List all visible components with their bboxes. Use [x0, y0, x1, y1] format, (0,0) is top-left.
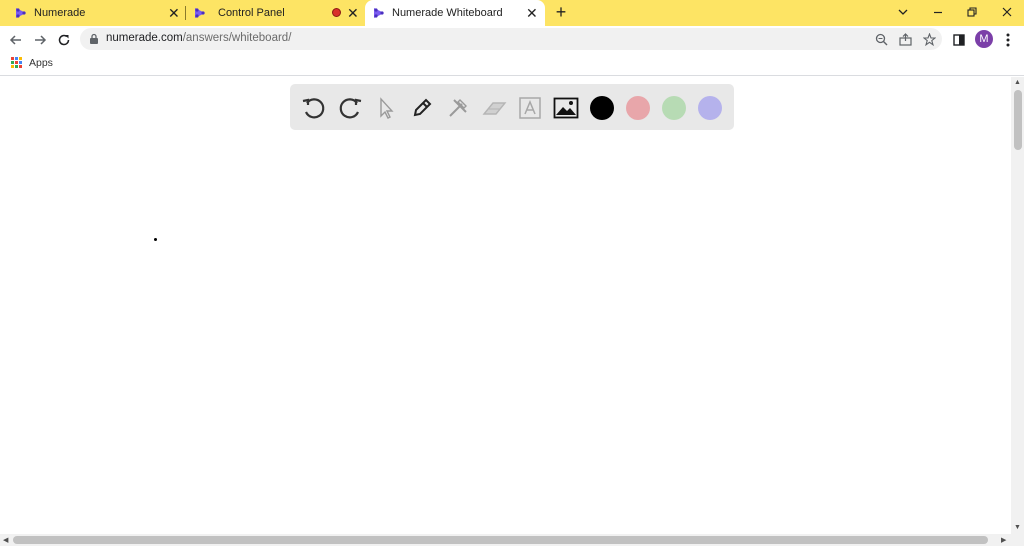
pointer-icon[interactable] [372, 94, 400, 122]
tab-title: Numerade Whiteboard [392, 7, 503, 19]
scroll-left-icon[interactable]: ◀ [3, 536, 8, 544]
zoom-icon[interactable] [873, 31, 889, 47]
apps-grid-icon[interactable] [11, 57, 22, 68]
bookmark-apps[interactable]: Apps [29, 57, 53, 69]
close-tab-icon[interactable]: ✕ [168, 6, 180, 20]
color-swatch-green[interactable] [662, 96, 686, 120]
close-tab-icon[interactable]: ✕ [526, 6, 538, 20]
side-panel-icon[interactable] [949, 30, 969, 50]
tab-title: Numerade [34, 7, 86, 19]
redo-icon[interactable] [336, 94, 364, 122]
browser-toolbar: numerade.com/answers/whiteboard/ M [0, 26, 1024, 53]
menu-icon[interactable] [998, 30, 1018, 50]
recording-indicator-icon [332, 8, 341, 17]
tools-icon[interactable] [444, 94, 472, 122]
text-icon[interactable] [516, 94, 544, 122]
tab-title: Control Panel [218, 7, 285, 19]
numerade-logo-icon [372, 6, 386, 20]
horizontal-scroll-thumb[interactable] [13, 536, 988, 544]
avatar[interactable]: M [975, 30, 993, 48]
numerade-logo-icon [14, 6, 28, 20]
whiteboard-toolbar [290, 84, 734, 130]
tab-strip: Numerade ✕ Control Panel ✕ Numerade Whit… [0, 0, 1024, 26]
undo-icon[interactable] [300, 94, 328, 122]
lock-icon[interactable] [86, 31, 102, 47]
tab-numerade-whiteboard[interactable]: Numerade Whiteboard ✕ [365, 0, 545, 26]
back-button[interactable] [6, 30, 26, 50]
minimize-button[interactable] [929, 3, 947, 21]
color-swatch-pink[interactable] [626, 96, 650, 120]
color-swatch-black[interactable] [590, 96, 614, 120]
scroll-down-icon[interactable]: ▼ [1014, 524, 1021, 531]
new-tab-button[interactable]: + [552, 3, 570, 22]
ink-dot [154, 238, 157, 241]
url-domain: numerade.com [106, 32, 183, 44]
bookmarks-bar [0, 53, 1024, 76]
tab-numerade[interactable]: Numerade ✕ [8, 0, 184, 26]
eraser-icon[interactable] [480, 94, 508, 122]
tab-search-icon[interactable] [894, 3, 912, 21]
whiteboard-canvas[interactable] [0, 77, 1011, 534]
address-bar[interactable]: numerade.com/answers/whiteboard/ [80, 28, 942, 50]
close-window-button[interactable] [998, 3, 1016, 21]
restore-button[interactable] [963, 3, 981, 21]
vertical-scrollbar[interactable]: ▲ ▼ [1011, 77, 1024, 534]
scroll-up-icon[interactable]: ▲ [1014, 79, 1021, 86]
scroll-right-icon[interactable]: ▶ [1001, 536, 1006, 544]
url-path: /answers/whiteboard/ [182, 32, 292, 44]
pen-icon[interactable] [408, 94, 436, 122]
close-tab-icon[interactable]: ✕ [347, 6, 359, 20]
reload-button[interactable] [54, 30, 74, 50]
tab-separator [185, 6, 186, 20]
url-text: numerade.com/answers/whiteboard/ [106, 32, 291, 44]
forward-button[interactable] [30, 30, 50, 50]
horizontal-scrollbar[interactable]: ◀ ▶ [0, 534, 1024, 546]
numerade-logo-icon [193, 6, 207, 20]
image-icon[interactable] [552, 94, 580, 122]
tab-control-panel[interactable]: Control Panel ✕ [187, 0, 363, 26]
bookmark-star-icon[interactable] [921, 31, 937, 47]
vertical-scroll-thumb[interactable] [1014, 90, 1022, 150]
color-swatch-purple[interactable] [698, 96, 722, 120]
share-icon[interactable] [897, 31, 913, 47]
